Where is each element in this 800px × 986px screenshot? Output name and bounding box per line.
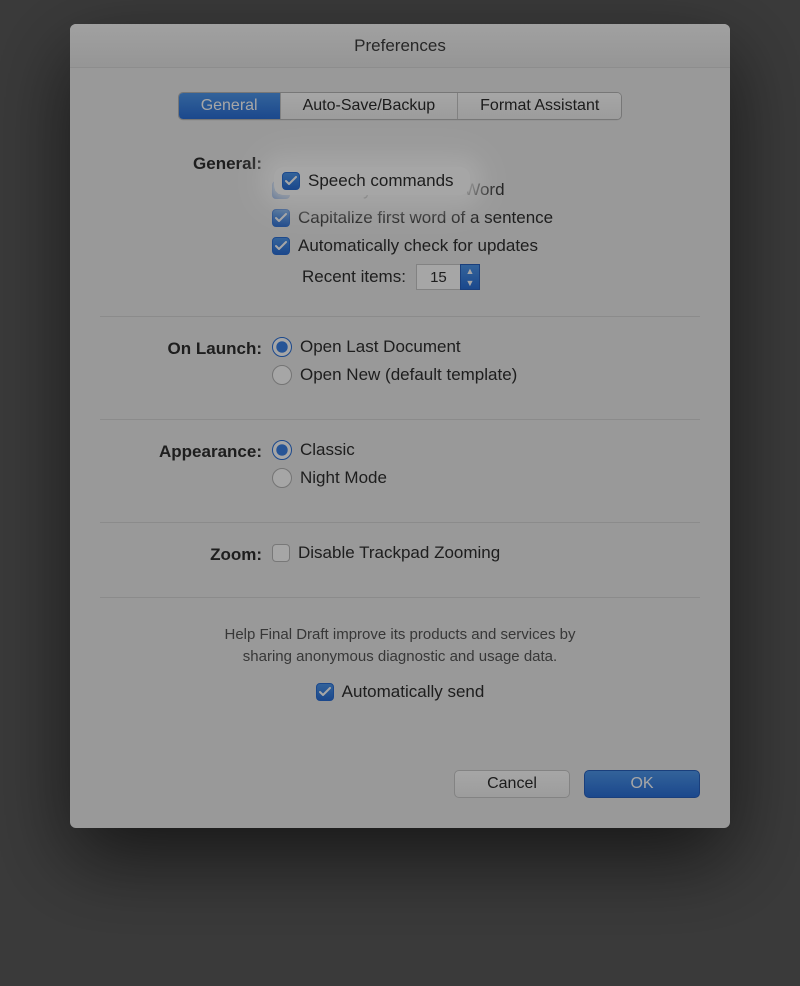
diagnostics-help-text: Help Final Draft improve its products an…	[154, 624, 646, 668]
tab-general[interactable]: General	[179, 93, 281, 119]
radio-label: Open New (default template)	[300, 365, 517, 385]
divider	[100, 522, 700, 523]
radio-icon[interactable]	[272, 337, 292, 357]
stepper-arrows[interactable]: ▲ ▼	[460, 264, 480, 290]
help-line-2: sharing anonymous diagnostic and usage d…	[243, 648, 557, 665]
help-line-1: Help Final Draft improve its products an…	[225, 626, 576, 643]
preferences-dialog: Preferences General Auto-Save/Backup For…	[70, 24, 730, 828]
section-zoom: Zoom: Disable Trackpad Zooming	[100, 537, 700, 583]
checkbox-speech-commands-highlight[interactable]	[282, 172, 300, 190]
section-label-on-launch: On Launch:	[104, 337, 272, 359]
tab-format-assistant[interactable]: Format Assistant	[458, 93, 621, 119]
dialog-footer: Cancel OK	[100, 732, 700, 798]
checkbox-check-updates[interactable]	[272, 237, 290, 255]
recent-items-row: Recent items: 15 ▲ ▼	[302, 264, 696, 290]
tab-bar: General Auto-Save/Backup Format Assistan…	[100, 92, 700, 120]
recent-items-stepper[interactable]: 15 ▲ ▼	[416, 264, 480, 290]
radio-label: Classic	[300, 440, 355, 460]
radio-classic[interactable]: Classic	[272, 440, 696, 460]
ok-button[interactable]: OK	[584, 770, 700, 798]
option-auto-send[interactable]: Automatically send	[316, 682, 485, 702]
section-on-launch: On Launch: Open Last Document Open New (…	[100, 331, 700, 405]
section-appearance: Appearance: Classic Night Mode	[100, 434, 700, 508]
highlight-speech-commands: Speech commands	[274, 167, 470, 195]
divider	[100, 597, 700, 598]
option-label: Automatically check for updates	[298, 236, 538, 256]
section-diagnostics: Help Final Draft improve its products an…	[100, 612, 700, 732]
chevron-up-icon[interactable]: ▲	[461, 265, 479, 277]
checkbox-capitalize[interactable]	[272, 209, 290, 227]
section-label-zoom: Zoom:	[104, 543, 272, 565]
window-titlebar: Preferences	[70, 24, 730, 68]
highlight-label: Speech commands	[308, 171, 454, 191]
option-capitalize[interactable]: Capitalize first word of a sentence	[272, 208, 696, 228]
divider	[100, 316, 700, 317]
checkbox-disable-trackpad-zoom[interactable]	[272, 544, 290, 562]
radio-label: Night Mode	[300, 468, 387, 488]
option-disable-trackpad-zoom[interactable]: Disable Trackpad Zooming	[272, 543, 696, 563]
recent-items-label: Recent items:	[302, 267, 406, 287]
cancel-button[interactable]: Cancel	[454, 770, 570, 798]
option-label: Disable Trackpad Zooming	[298, 543, 500, 563]
checkbox-auto-send[interactable]	[316, 683, 334, 701]
section-label-appearance: Appearance:	[104, 440, 272, 462]
option-label: Capitalize first word of a sentence	[298, 208, 553, 228]
chevron-down-icon[interactable]: ▼	[461, 277, 479, 289]
section-label-general: General:	[104, 152, 272, 174]
radio-icon[interactable]	[272, 468, 292, 488]
divider	[100, 419, 700, 420]
radio-open-last-document[interactable]: Open Last Document	[272, 337, 696, 357]
radio-icon[interactable]	[272, 440, 292, 460]
radio-open-new[interactable]: Open New (default template)	[272, 365, 696, 385]
tab-segmented-control: General Auto-Save/Backup Format Assistan…	[178, 92, 623, 120]
tab-auto-save-backup[interactable]: Auto-Save/Backup	[281, 93, 459, 119]
window-title: Preferences	[354, 36, 446, 56]
radio-night-mode[interactable]: Night Mode	[272, 468, 696, 488]
radio-label: Open Last Document	[300, 337, 461, 357]
option-check-updates[interactable]: Automatically check for updates	[272, 236, 696, 256]
recent-items-value: 15	[416, 264, 460, 290]
option-label: Automatically send	[342, 682, 485, 702]
radio-icon[interactable]	[272, 365, 292, 385]
